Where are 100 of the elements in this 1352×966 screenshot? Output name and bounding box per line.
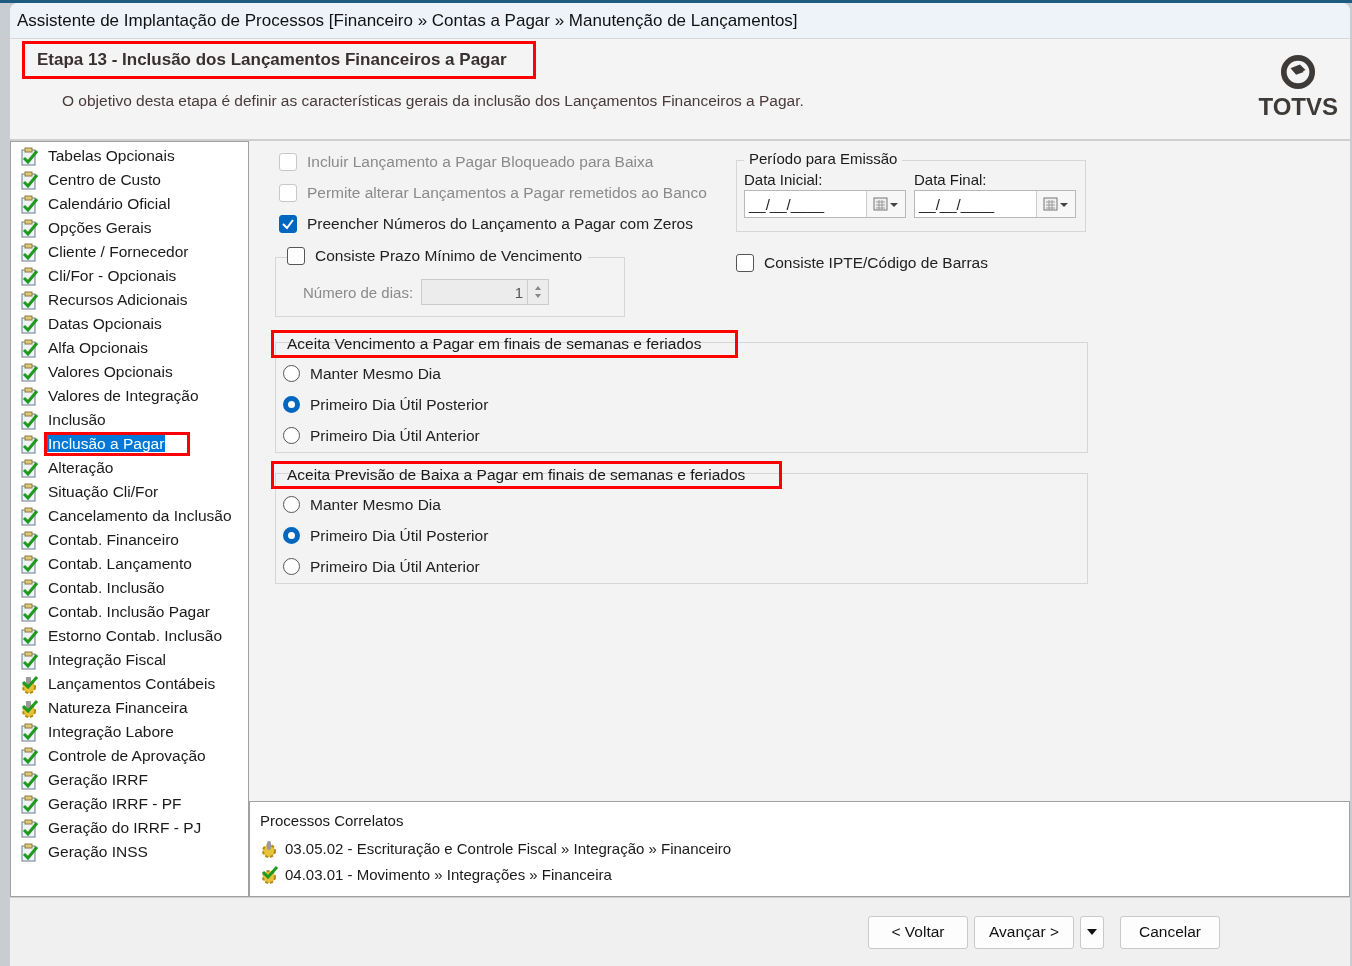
radio-label: Manter Mesmo Dia bbox=[310, 495, 441, 514]
tree-item[interactable]: Lançamentos Contábeis bbox=[44, 672, 242, 696]
gear-icon bbox=[260, 838, 279, 858]
clipboard-check-icon bbox=[20, 194, 39, 214]
tree-item[interactable]: Valores Opcionais bbox=[44, 360, 199, 384]
step-description: O objetivo desta etapa é definir as características gerais da inclusão dos Lançamentos Financeiros a Pagar. bbox=[62, 92, 804, 110]
tree-item[interactable]: Integração Fiscal bbox=[44, 648, 193, 672]
checkbox[interactable] bbox=[279, 214, 297, 233]
tree-item[interactable]: Centro de Custo bbox=[44, 168, 187, 192]
radio-label: Manter Mesmo Dia bbox=[310, 364, 441, 383]
tree-item[interactable]: Opções Gerais bbox=[44, 216, 178, 240]
radio-button[interactable] bbox=[283, 527, 300, 544]
clipboard-check-icon bbox=[20, 746, 39, 766]
clipboard-check-icon bbox=[20, 578, 39, 598]
tree-item[interactable]: Geração INSS bbox=[44, 840, 174, 864]
gear-check-icon bbox=[260, 864, 279, 884]
wizard-button[interactable]: Avançar > bbox=[974, 915, 1074, 949]
tree-item[interactable]: Cancelamento da Inclusão bbox=[44, 504, 258, 528]
clipboard-check-icon bbox=[20, 626, 39, 646]
tree-item[interactable]: Geração IRRF - PF bbox=[44, 792, 208, 816]
clipboard-check-icon bbox=[20, 266, 39, 286]
tree-item[interactable]: Tabelas Opcionais bbox=[44, 144, 201, 168]
radio-button[interactable] bbox=[283, 427, 300, 444]
clipboard-check-icon bbox=[20, 170, 39, 190]
related-process-link[interactable]: 04.03.01 - Movimento » Integrações » Financeira bbox=[285, 865, 612, 883]
tree-item[interactable]: Calendário Oficial bbox=[44, 192, 197, 216]
clipboard-check-icon bbox=[20, 242, 39, 262]
clipboard-check-icon bbox=[20, 722, 39, 742]
logo-wordmark: TOTVS bbox=[1258, 93, 1338, 121]
tree-item[interactable]: Natureza Financeira bbox=[44, 696, 214, 720]
field-label: Data Final: bbox=[914, 171, 988, 188]
radio-label: Primeiro Dia Útil Posterior bbox=[310, 395, 489, 414]
checkbox-label: Permite alterar Lançamentos a Pagar remetidos ao Banco bbox=[307, 183, 707, 202]
field-label: Número de dias: bbox=[303, 283, 414, 301]
tree-item[interactable]: Contab. Inclusão bbox=[44, 576, 191, 600]
related-process-link[interactable]: 03.05.02 - Escrituração e Controle Fiscal » Integração » Financeiro bbox=[285, 839, 732, 857]
tree-item[interactable]: Geração do IRRF - PJ bbox=[44, 816, 228, 840]
radio-button[interactable] bbox=[283, 365, 300, 382]
tree-item[interactable]: Contab. Lançamento bbox=[44, 552, 218, 576]
checkbox-label: Incluir Lançamento a Pagar Bloqueado para Baixa bbox=[307, 152, 654, 171]
tree-item[interactable]: Geração IRRF bbox=[44, 768, 174, 792]
clipboard-check-icon bbox=[20, 506, 39, 526]
tree-item[interactable]: Alteração bbox=[44, 456, 140, 480]
panel-title: Processos Correlatos bbox=[260, 812, 405, 829]
tree-item[interactable]: Inclusão bbox=[44, 408, 132, 432]
clipboard-check-icon bbox=[20, 842, 39, 862]
checkbox[interactable] bbox=[736, 254, 754, 272]
clipboard-check-icon bbox=[20, 290, 39, 310]
field-label: Data Inicial: bbox=[744, 171, 824, 188]
tree-item[interactable]: Contab. Financeiro bbox=[44, 528, 205, 552]
dropdown-button[interactable] bbox=[1080, 915, 1104, 949]
tree-item[interactable]: Inclusão a Pagar bbox=[44, 432, 191, 456]
clipboard-check-icon bbox=[20, 794, 39, 814]
radio-button[interactable] bbox=[283, 396, 300, 413]
gear-check-icon bbox=[20, 698, 39, 718]
clipboard-check-icon bbox=[20, 602, 39, 622]
caret-icon bbox=[1086, 928, 1098, 936]
step-title: Etapa 13 - Inclusão dos Lançamentos Financeiros a Pagar bbox=[22, 41, 536, 79]
radio-button[interactable] bbox=[283, 496, 300, 513]
tree-item[interactable]: Contab. Inclusão Pagar bbox=[44, 600, 236, 624]
spinner-arrows-icon bbox=[533, 285, 544, 299]
clipboard-check-icon bbox=[20, 770, 39, 790]
wizard-button[interactable]: < Voltar bbox=[868, 915, 968, 949]
tree-item[interactable]: Estorno Contab. Inclusão bbox=[44, 624, 249, 648]
clipboard-check-icon bbox=[20, 218, 39, 238]
radio-label: Primeiro Dia Útil Anterior bbox=[310, 557, 480, 576]
radio-button[interactable] bbox=[283, 558, 300, 575]
radio-label: Primeiro Dia Útil Posterior bbox=[310, 526, 489, 545]
tree-item[interactable]: Alfa Opcionais bbox=[44, 336, 174, 360]
radio-label: Primeiro Dia Útil Anterior bbox=[310, 426, 480, 445]
group-title: Período para Emissão bbox=[744, 150, 903, 167]
clipboard-check-icon bbox=[20, 146, 39, 166]
tree-item[interactable]: Valores de Integração bbox=[44, 384, 225, 408]
clipboard-check-icon bbox=[20, 530, 39, 550]
gear-check-icon bbox=[20, 674, 39, 694]
clipboard-check-icon bbox=[20, 818, 39, 838]
tree-item[interactable]: Recursos Adicionais bbox=[44, 288, 214, 312]
clipboard-check-icon bbox=[20, 386, 39, 406]
group-title: Aceita Vencimento a Pagar em finais de semanas e feriados bbox=[271, 330, 739, 358]
clipboard-check-icon bbox=[20, 410, 39, 430]
tree-item[interactable]: Cliente / Fornecedor bbox=[44, 240, 215, 264]
tree-item[interactable]: Datas Opcionais bbox=[44, 312, 188, 336]
clipboard-check-icon bbox=[20, 554, 39, 574]
group-title: Aceita Previsão de Baixa a Pagar em finais de semanas e feriados bbox=[271, 461, 783, 489]
clipboard-check-icon bbox=[20, 650, 39, 670]
tree-item[interactable]: Integração Labore bbox=[44, 720, 200, 744]
clipboard-check-icon bbox=[20, 362, 39, 382]
clipboard-check-icon bbox=[20, 338, 39, 358]
wizard-button[interactable]: Cancelar bbox=[1120, 915, 1220, 949]
checkbox-label: Consiste Prazo Mínimo de Vencimento bbox=[315, 247, 583, 265]
clipboard-check-icon bbox=[20, 482, 39, 502]
clipboard-check-icon bbox=[20, 314, 39, 334]
clipboard-check-icon bbox=[20, 434, 39, 454]
tree-item[interactable]: Cli/For - Opcionais bbox=[44, 264, 203, 288]
tree-item[interactable]: Controle de Aprovação bbox=[44, 744, 232, 768]
logo-icon bbox=[1280, 54, 1317, 90]
checkbox-label: Preencher Números do Lançamento a Pagar com Zeros bbox=[307, 214, 693, 233]
checkbox-label: Consiste IPTE/Código de Barras bbox=[764, 254, 988, 272]
tree-item[interactable]: Situação Cli/For bbox=[44, 480, 185, 504]
window-title: Assistente de Implantação de Processos [Financeiro » Contas a Pagar » Manutenção de Lançamentos] bbox=[17, 10, 798, 31]
